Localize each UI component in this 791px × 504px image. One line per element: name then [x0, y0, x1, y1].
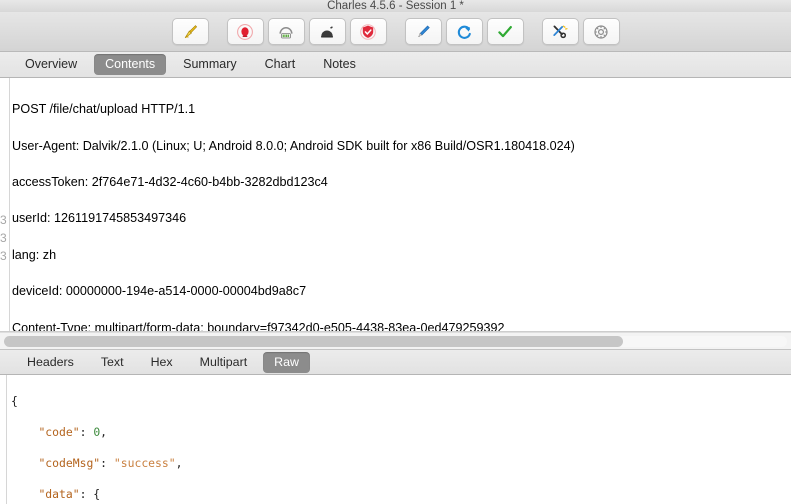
title-bar: Charles 4.5.6 - Session 1 * — [0, 0, 791, 12]
request-line: POST /file/chat/upload HTTP/1.1 — [12, 102, 196, 117]
tab-multipart[interactable]: Multipart — [189, 352, 259, 373]
broom-icon — [181, 23, 199, 41]
charles-window: Charles 4.5.6 - Session 1 * Overview Con… — [0, 0, 791, 504]
tab-overview[interactable]: Overview — [14, 54, 88, 75]
throttle-icon — [277, 23, 295, 41]
validate-button[interactable] — [486, 18, 524, 45]
gutter-mark-1: 3 — [0, 213, 7, 227]
gutter-mark-2: 3 — [0, 231, 7, 245]
tab-text[interactable]: Text — [90, 352, 135, 373]
request-line: Content-Type: multipart/form-data; bound… — [12, 320, 505, 332]
request-raw-text: POST /file/chat/upload HTTP/1.1 User-Age… — [0, 78, 791, 332]
json-line-data: "data": { — [38, 486, 101, 501]
main-toolbar — [0, 12, 791, 52]
clear-session-button[interactable] — [171, 18, 209, 45]
tab-notes[interactable]: Notes — [312, 54, 367, 75]
json-key-data: "data" — [38, 486, 80, 501]
json-line-open-brace: { — [11, 394, 18, 409]
tab-chart[interactable]: Chart — [254, 54, 307, 75]
request-line: User-Agent: Dalvik/2.1.0 (Linux; U; Andr… — [12, 138, 575, 153]
tab-raw[interactable]: Raw — [263, 351, 310, 373]
tab-headers[interactable]: Headers — [16, 352, 85, 373]
tab-summary[interactable]: Summary — [172, 54, 247, 75]
shield-check-icon — [359, 23, 377, 41]
window-title: Charles 4.5.6 - Session 1 * — [327, 0, 464, 12]
ssl-proxying-button[interactable] — [349, 18, 387, 45]
request-line: lang: zh — [12, 247, 57, 262]
refresh-icon — [455, 23, 473, 41]
toolbar-group-capture — [225, 18, 389, 45]
tools-button[interactable] — [541, 18, 579, 45]
toolbar-group-actions — [403, 18, 526, 45]
response-tab-strip: Headers Text Hex Multipart Raw — [0, 350, 791, 375]
tab-contents[interactable]: Contents — [94, 54, 167, 75]
request-tab-strip: Overview Contents Summary Chart Notes — [0, 52, 791, 78]
request-line: deviceId: 00000000-194e-a514-0000-00004b… — [12, 284, 307, 299]
gear-icon — [592, 23, 610, 41]
record-icon — [236, 23, 254, 41]
settings-button[interactable] — [582, 18, 620, 45]
response-content-pane[interactable]: { "code": 0, "codeMsg": "success", "data… — [0, 375, 791, 504]
response-raw-json: { "code": 0, "codeMsg": "success", "data… — [0, 375, 791, 504]
tab-hex[interactable]: Hex — [140, 352, 184, 373]
pen-icon — [414, 23, 432, 41]
response-gutter-divider — [6, 375, 7, 504]
breakpoint-icon — [318, 23, 336, 41]
request-line: accessToken: 2f764e71-4d32-4c60-b4bb-328… — [12, 175, 328, 190]
json-value-codemsg: "success" — [113, 456, 176, 471]
json-line-codemsg: "codeMsg": "success", — [38, 456, 183, 471]
toolbar-group-session — [170, 18, 211, 45]
tools-icon — [551, 23, 569, 41]
json-key-codemsg: "codeMsg" — [38, 456, 101, 471]
scrollbar-thumb[interactable] — [4, 335, 623, 347]
json-key-code: "code" — [38, 425, 80, 440]
scrollbar-track[interactable] — [4, 335, 787, 347]
request-content-pane[interactable]: 3 3 3 POST /file/chat/upload HTTP/1.1 Us… — [0, 78, 791, 332]
throttle-button[interactable] — [267, 18, 305, 45]
toolbar-group-tools — [540, 18, 622, 45]
checkmark-icon — [496, 23, 514, 41]
request-gutter-divider — [9, 78, 10, 331]
json-line-code: "code": 0, — [38, 425, 108, 440]
record-button[interactable] — [226, 18, 264, 45]
repeat-button[interactable] — [445, 18, 483, 45]
gutter-mark-3: 3 — [0, 249, 7, 263]
breakpoints-button[interactable] — [308, 18, 346, 45]
horizontal-scrollbar[interactable] — [0, 332, 791, 350]
request-line: userId: 1261191745853497346 — [12, 211, 187, 226]
compose-button[interactable] — [404, 18, 442, 45]
